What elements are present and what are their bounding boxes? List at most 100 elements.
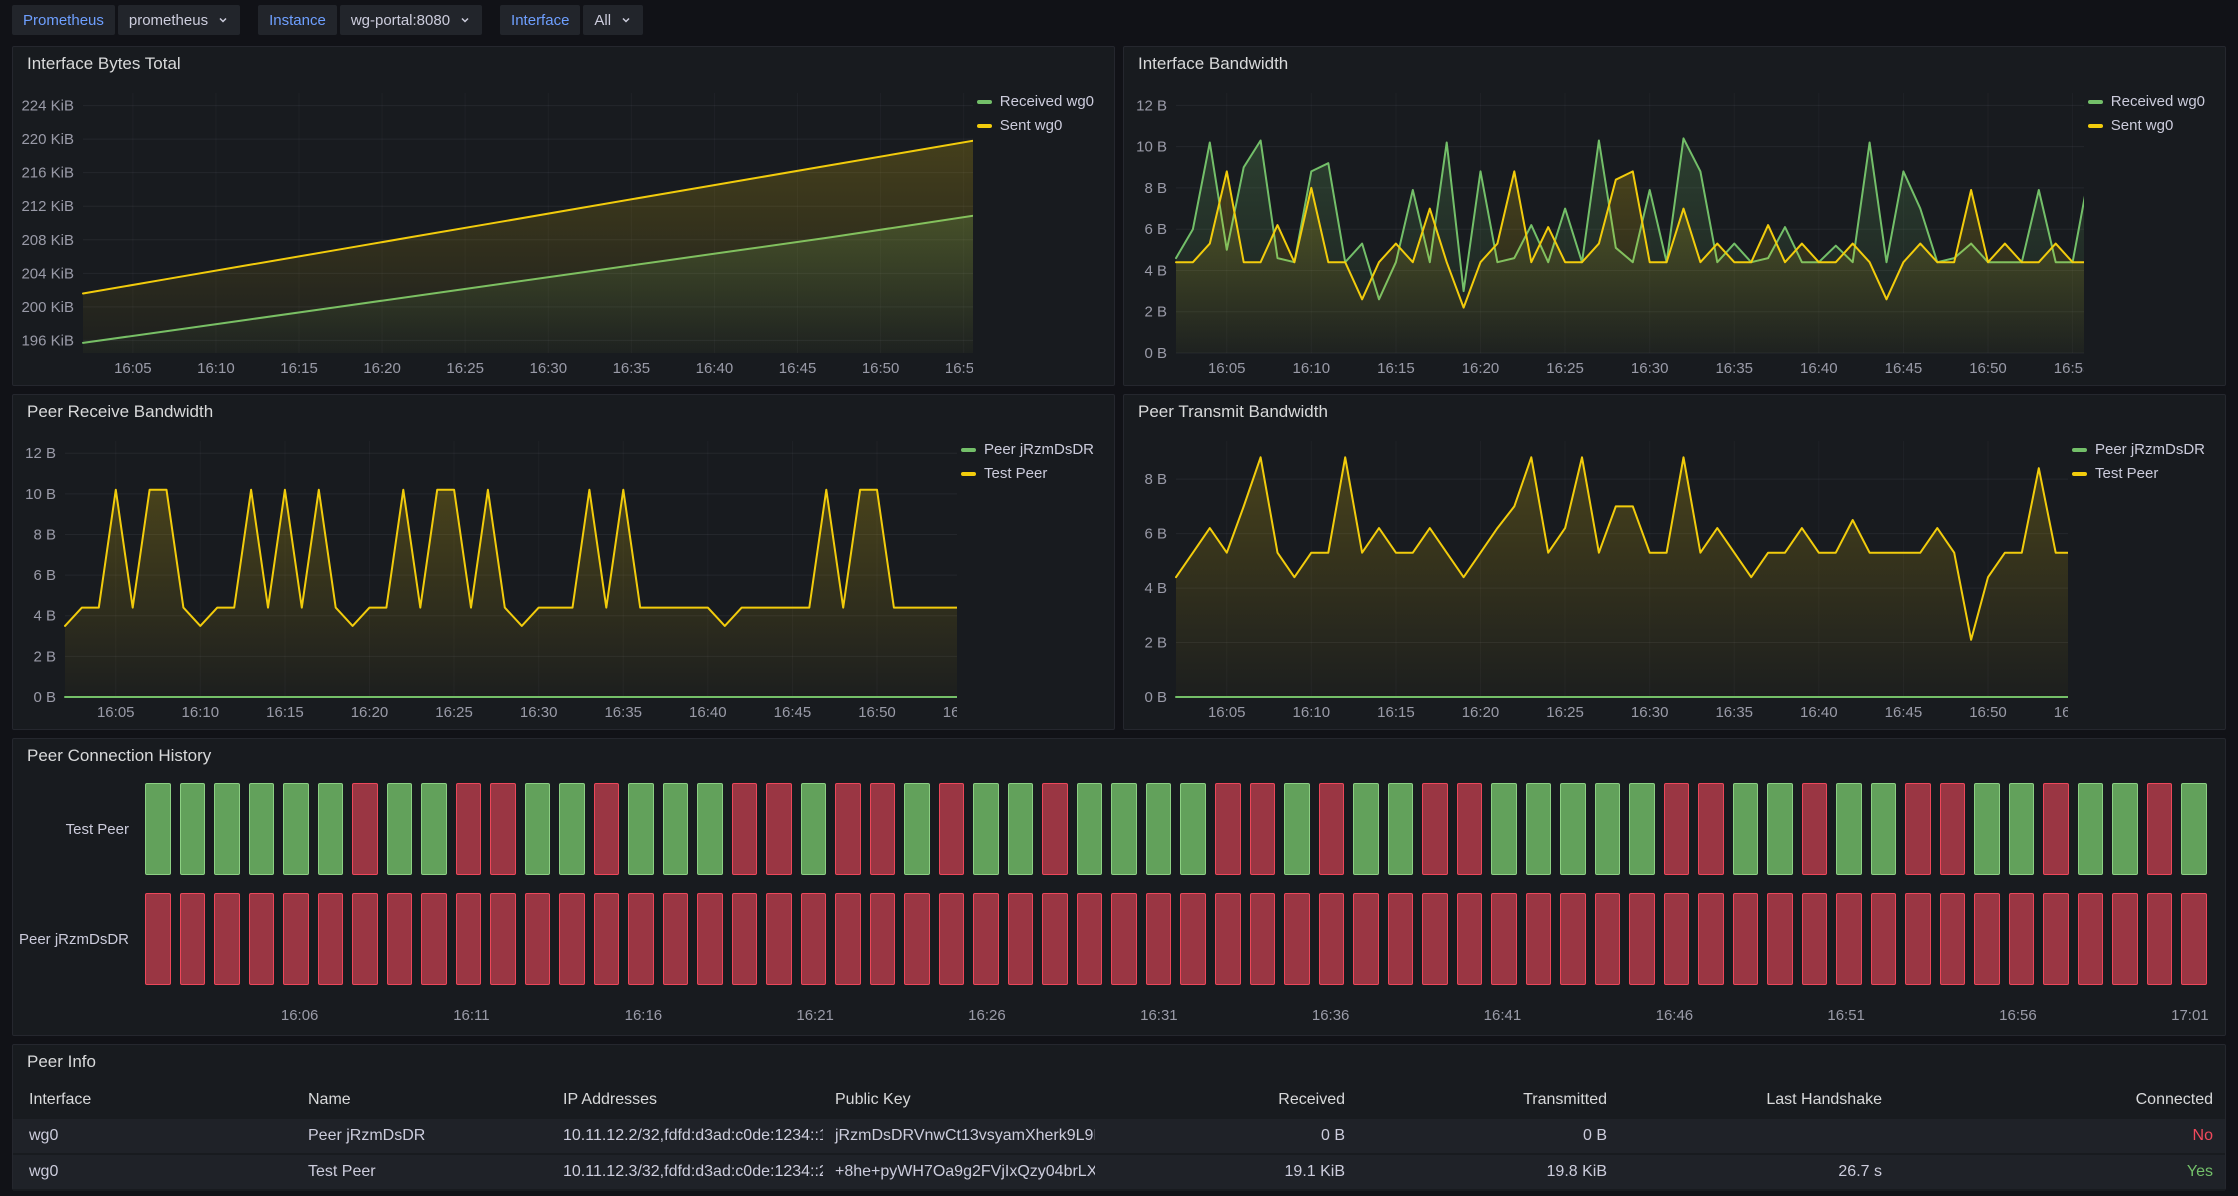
cell-interface: wg0: [13, 1127, 296, 1145]
var-label-interface: Interface: [500, 5, 580, 35]
var-value-instance: wg-portal:8080: [351, 12, 450, 29]
panel-title[interactable]: Peer Info: [13, 1045, 2225, 1079]
chevron-down-icon: [620, 14, 632, 26]
legend-item[interactable]: Test Peer: [961, 465, 1094, 482]
chart-legend: Peer jRzmDsDR Test Peer: [957, 429, 1110, 725]
status-bar-disconnected: [1664, 783, 1690, 875]
panel-title[interactable]: Peer Connection History: [13, 739, 2225, 773]
legend-item[interactable]: Received wg0: [2088, 93, 2205, 110]
peer-info-table: InterfaceNameIP AddressesPublic KeyRecei…: [13, 1081, 2225, 1189]
legend-item[interactable]: Sent wg0: [2088, 117, 2205, 134]
status-row: Test Peer: [13, 783, 2207, 875]
y-axis-tick-label: 6 B: [33, 567, 56, 584]
column-header-received[interactable]: Received: [1095, 1091, 1357, 1109]
panel-title[interactable]: Interface Bandwidth: [1124, 47, 2225, 81]
x-axis-tick-label: 16:31: [1140, 1007, 1178, 1024]
status-bar-disconnected: [1905, 893, 1931, 985]
legend-color-swatch: [961, 448, 976, 452]
y-axis-tick-label: 6 B: [1144, 526, 1167, 543]
x-axis-tick-label: 16:25: [435, 704, 473, 721]
y-axis-tick-label: 10 B: [1136, 139, 1167, 156]
status-bar-connected: [697, 783, 723, 875]
status-bar-disconnected: [1146, 893, 1172, 985]
status-bar-connected: [1111, 783, 1137, 875]
x-axis-tick-label: 16:55: [943, 704, 957, 721]
status-bar-disconnected: [870, 783, 896, 875]
status-bar-connected: [663, 783, 689, 875]
status-history-chart[interactable]: Test PeerPeer jRzmDsDR16:0616:1116:1616:…: [13, 775, 2207, 1027]
y-axis-tick-label: 12 B: [25, 445, 56, 462]
legend-item[interactable]: Received wg0: [977, 93, 1094, 110]
status-bar-disconnected: [1250, 893, 1276, 985]
legend-label: Peer jRzmDsDR: [2095, 441, 2205, 458]
status-bar-connected: [2078, 783, 2104, 875]
status-bar-disconnected: [939, 893, 965, 985]
panel-title[interactable]: Peer Receive Bandwidth: [13, 395, 1114, 429]
status-bar-disconnected: [1560, 893, 1586, 985]
y-axis-tick-label: 212 KiB: [21, 198, 74, 215]
status-row-label: Peer jRzmDsDR: [13, 893, 145, 985]
var-select-instance[interactable]: wg-portal:8080: [340, 5, 482, 35]
column-header-ip-addresses[interactable]: IP Addresses: [551, 1091, 823, 1109]
status-bar-disconnected: [249, 893, 275, 985]
x-axis-tick-label: 16:50: [1969, 360, 2007, 377]
panel-title[interactable]: Peer Transmit Bandwidth: [1124, 395, 2225, 429]
status-bar-disconnected: [1457, 783, 1483, 875]
column-header-public-key[interactable]: Public Key: [823, 1091, 1095, 1109]
panel-peer-info: Peer Info InterfaceNameIP AddressesPubli…: [12, 1044, 2226, 1190]
status-bar-disconnected: [1353, 893, 1379, 985]
x-axis-tick-label: 16:15: [280, 360, 318, 377]
x-axis-tick-label: 16:21: [796, 1007, 834, 1024]
legend-label: Peer jRzmDsDR: [984, 441, 1094, 458]
x-axis-tick-label: 16:40: [696, 360, 734, 377]
table-row[interactable]: wg0Test Peer10.11.12.3/32,fdfd:d3ad:c0de…: [13, 1155, 2225, 1191]
line-chart-peer-receive-bandwidth[interactable]: 0 B2 B4 B6 B8 B10 B12 B16:0516:1016:1516…: [17, 429, 957, 725]
status-bar-disconnected: [1802, 783, 1828, 875]
cell-connected: No: [1894, 1127, 2225, 1145]
y-axis-tick-label: 0 B: [1144, 345, 1167, 362]
status-bar-disconnected: [180, 893, 206, 985]
x-axis-tick-label: 16:40: [1800, 704, 1838, 721]
x-axis-tick-label: 16:56: [1999, 1007, 2037, 1024]
status-bar-disconnected: [1629, 893, 1655, 985]
line-chart-interface-bandwidth[interactable]: 0 B2 B4 B6 B8 B10 B12 B16:0516:1016:1516…: [1128, 81, 2084, 381]
column-header-last-handshake[interactable]: Last Handshake: [1619, 1091, 1894, 1109]
status-bar-disconnected: [1215, 893, 1241, 985]
panel-interface-bandwidth: Interface Bandwidth 0 B2 B4 B6 B8 B10 B1…: [1123, 46, 2226, 386]
x-axis-tick-label: 16:25: [446, 360, 484, 377]
status-bar-connected: [1767, 783, 1793, 875]
status-bar-disconnected: [559, 893, 585, 985]
table-row[interactable]: wg0Peer jRzmDsDR10.11.12.2/32,fdfd:d3ad:…: [13, 1119, 2225, 1155]
var-select-interface[interactable]: All: [583, 5, 643, 35]
status-row-label: Test Peer: [13, 783, 145, 875]
x-axis-tick-label: 16:30: [1631, 704, 1669, 721]
x-axis-tick-label: 16:45: [779, 360, 817, 377]
x-axis-tick-label: 16:30: [1631, 360, 1669, 377]
status-bar-disconnected: [663, 893, 689, 985]
cell-connected: Yes: [1894, 1163, 2225, 1181]
legend-item[interactable]: Sent wg0: [977, 117, 1094, 134]
legend-item[interactable]: Peer jRzmDsDR: [961, 441, 1094, 458]
column-header-name[interactable]: Name: [296, 1091, 551, 1109]
legend-color-swatch: [2088, 100, 2103, 104]
cell-received: 19.1 KiB: [1095, 1163, 1357, 1181]
status-bar-disconnected: [835, 783, 861, 875]
x-axis-tick-label: 16:30: [520, 704, 558, 721]
status-bar-disconnected: [1871, 893, 1897, 985]
x-axis-tick-label: 16:35: [613, 360, 651, 377]
status-bar-disconnected: [594, 893, 620, 985]
var-select-datasource[interactable]: prometheus: [118, 5, 240, 35]
line-chart-interface-bytes-total[interactable]: 196 KiB200 KiB204 KiB208 KiB212 KiB216 K…: [17, 81, 973, 381]
column-header-transmitted[interactable]: Transmitted: [1357, 1091, 1619, 1109]
status-bar-disconnected: [1802, 893, 1828, 985]
column-header-interface[interactable]: Interface: [13, 1091, 296, 1109]
line-chart-peer-transmit-bandwidth[interactable]: 0 B2 B4 B6 B8 B16:0516:1016:1516:2016:25…: [1128, 429, 2068, 725]
legend-item[interactable]: Test Peer: [2072, 465, 2205, 482]
legend-item[interactable]: Peer jRzmDsDR: [2072, 441, 2205, 458]
x-axis-tick-label: 16:10: [182, 704, 220, 721]
var-value-interface: All: [594, 12, 611, 29]
x-axis-tick-label: 16:35: [1715, 360, 1753, 377]
column-header-connected[interactable]: Connected: [1894, 1091, 2225, 1109]
cell-transmitted: 19.8 KiB: [1357, 1163, 1619, 1181]
panel-title[interactable]: Interface Bytes Total: [13, 47, 1114, 81]
